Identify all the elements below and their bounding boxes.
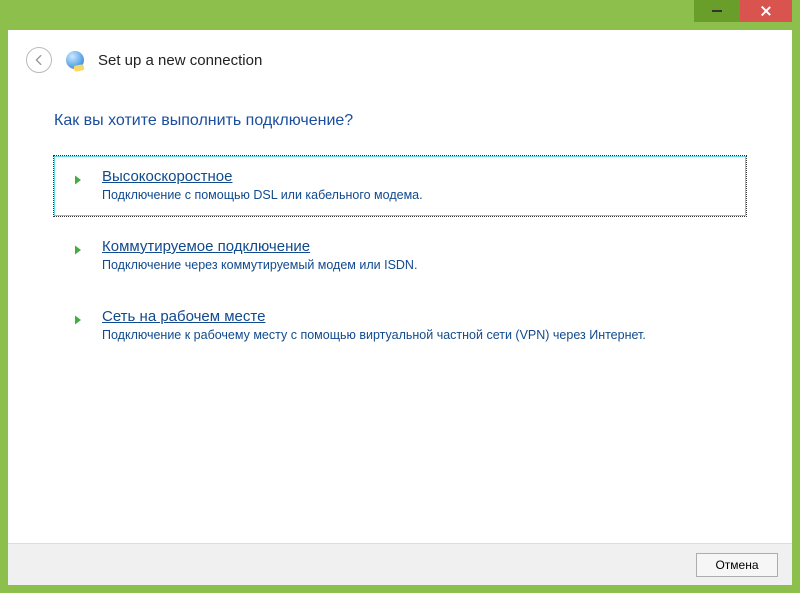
option-description: Подключение с помощью DSL или кабельного… (102, 187, 732, 204)
minimize-icon (712, 10, 722, 12)
option-title: Коммутируемое подключение (102, 238, 732, 255)
footer-bar: Отмена (8, 543, 792, 585)
question-heading: Как вы хотите выполнить подключение? (54, 112, 746, 130)
arrow-right-icon (68, 310, 88, 330)
content-area: Как вы хотите выполнить подключение? Выс… (8, 90, 792, 543)
option-description: Подключение через коммутируемый модем ил… (102, 257, 732, 274)
close-button[interactable] (740, 0, 792, 22)
caption-buttons (694, 0, 792, 22)
back-button[interactable] (26, 47, 52, 73)
close-icon (761, 6, 771, 16)
option-workplace[interactable]: Сеть на рабочем месте Подключение к рабо… (54, 296, 746, 356)
globe-icon (66, 51, 84, 69)
option-texts: Коммутируемое подключение Подключение че… (102, 238, 732, 274)
cancel-button[interactable]: Отмена (696, 553, 778, 577)
wizard-window: Set up a new connection Как вы хотите вы… (0, 0, 800, 593)
option-description: Подключение к рабочему месту с помощью в… (102, 327, 732, 344)
option-broadband[interactable]: Высокоскоростное Подключение с помощью D… (54, 156, 746, 216)
header-bar: Set up a new connection (8, 30, 792, 90)
arrow-right-icon (68, 170, 88, 190)
option-texts: Сеть на рабочем месте Подключение к рабо… (102, 308, 732, 344)
minimize-button[interactable] (694, 0, 740, 22)
arrow-right-icon (68, 240, 88, 260)
window-title: Set up a new connection (98, 52, 262, 69)
option-title: Сеть на рабочем месте (102, 308, 732, 325)
option-title: Высокоскоростное (102, 168, 732, 185)
back-arrow-icon (32, 53, 46, 67)
option-dialup[interactable]: Коммутируемое подключение Подключение че… (54, 226, 746, 286)
cancel-label: Отмена (715, 558, 758, 572)
option-texts: Высокоскоростное Подключение с помощью D… (102, 168, 732, 204)
